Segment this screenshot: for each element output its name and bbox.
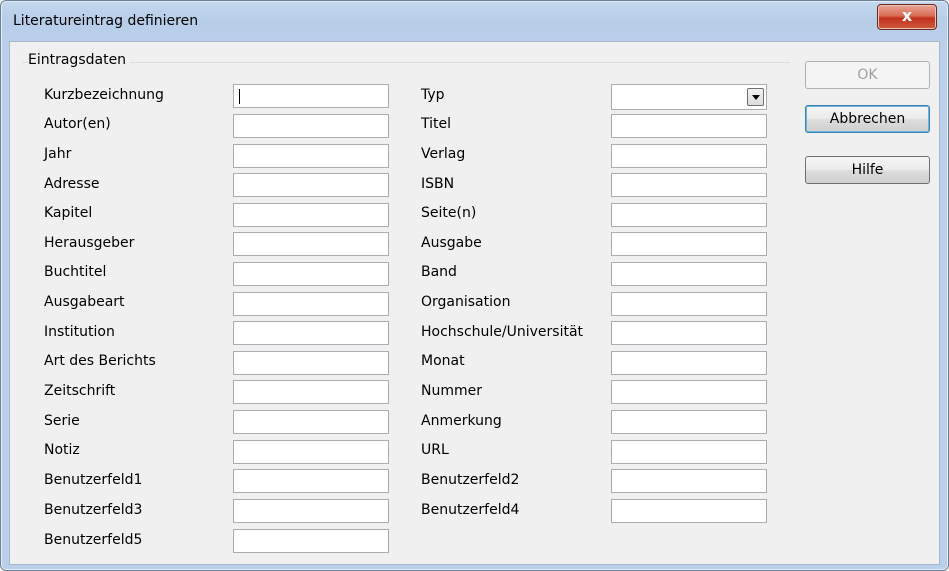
label-benutzerfeld4: Benutzerfeld4	[421, 502, 520, 518]
label-autoren: Autor(en)	[44, 116, 111, 132]
label-adresse: Adresse	[44, 176, 100, 192]
ausgabe-input[interactable]	[611, 232, 767, 256]
chevron-down-icon[interactable]	[747, 88, 764, 106]
hochschule-universitaet-input[interactable]	[611, 321, 767, 345]
label-titel: Titel	[421, 116, 452, 132]
label-monat: Monat	[421, 353, 465, 369]
benutzerfeld1-input[interactable]	[233, 469, 389, 493]
label-band: Band	[421, 264, 457, 280]
label-anmerkung: Anmerkung	[421, 413, 502, 429]
label-url: URL	[421, 442, 449, 458]
label-jahr: Jahr	[44, 146, 72, 162]
ausgabeart-input[interactable]	[233, 292, 389, 316]
organisation-input[interactable]	[611, 292, 767, 316]
dialog-client-area: Eintragsdaten Kurzbezeichnung Autor(en) …	[9, 41, 940, 565]
benutzerfeld4-input[interactable]	[611, 499, 767, 523]
label-isbn: ISBN	[421, 176, 455, 192]
anmerkung-input[interactable]	[611, 410, 767, 434]
benutzerfeld5-input[interactable]	[233, 529, 389, 553]
label-kapitel: Kapitel	[44, 205, 93, 221]
label-institution: Institution	[44, 324, 115, 340]
label-benutzerfeld5: Benutzerfeld5	[44, 532, 143, 548]
label-nummer: Nummer	[421, 383, 482, 399]
group-separator	[22, 62, 790, 63]
group-label: Eintragsdaten	[28, 52, 131, 68]
art-des-berichts-input[interactable]	[233, 351, 389, 375]
title-bar[interactable]: Literatureintrag definieren x	[1, 1, 948, 39]
adresse-input[interactable]	[233, 173, 389, 197]
label-typ: Typ	[421, 87, 445, 103]
benutzerfeld2-input[interactable]	[611, 469, 767, 493]
label-serie: Serie	[44, 413, 80, 429]
label-hochschule-universitaet: Hochschule/Universität	[421, 324, 584, 340]
kapitel-input[interactable]	[233, 203, 389, 227]
label-benutzerfeld3: Benutzerfeld3	[44, 502, 143, 518]
label-verlag: Verlag	[421, 146, 466, 162]
url-input[interactable]	[611, 440, 767, 464]
monat-input[interactable]	[611, 351, 767, 375]
seiten-input[interactable]	[611, 203, 767, 227]
label-seiten: Seite(n)	[421, 205, 477, 221]
typ-combobox[interactable]	[611, 84, 767, 110]
label-herausgeber: Herausgeber	[44, 235, 135, 251]
nummer-input[interactable]	[611, 380, 767, 404]
label-notiz: Notiz	[44, 442, 80, 458]
label-benutzerfeld2: Benutzerfeld2	[421, 472, 520, 488]
label-ausgabeart: Ausgabeart	[44, 294, 125, 310]
dialog-window: Literatureintrag definieren x Eintragsda…	[0, 0, 949, 571]
band-input[interactable]	[611, 262, 767, 286]
autoren-input[interactable]	[233, 114, 389, 138]
label-buchtitel: Buchtitel	[44, 264, 107, 280]
institution-input[interactable]	[233, 321, 389, 345]
close-button[interactable]: x	[877, 4, 937, 30]
verlag-input[interactable]	[611, 144, 767, 168]
label-organisation: Organisation	[421, 294, 511, 310]
notiz-input[interactable]	[233, 440, 389, 464]
close-icon: x	[901, 6, 913, 25]
window-title: Literatureintrag definieren	[13, 13, 199, 29]
isbn-input[interactable]	[611, 173, 767, 197]
kurzbezeichnung-input[interactable]	[233, 84, 389, 108]
label-art-des-berichts: Art des Berichts	[44, 353, 156, 369]
serie-input[interactable]	[233, 410, 389, 434]
buchtitel-input[interactable]	[233, 262, 389, 286]
benutzerfeld3-input[interactable]	[233, 499, 389, 523]
titel-input[interactable]	[611, 114, 767, 138]
zeitschrift-input[interactable]	[233, 380, 389, 404]
label-zeitschrift: Zeitschrift	[44, 383, 116, 399]
label-kurzbezeichnung: Kurzbezeichnung	[44, 87, 164, 103]
label-ausgabe: Ausgabe	[421, 235, 482, 251]
help-button[interactable]: Hilfe	[805, 156, 930, 184]
herausgeber-input[interactable]	[233, 232, 389, 256]
jahr-input[interactable]	[233, 144, 389, 168]
ok-button[interactable]: OK	[805, 61, 930, 89]
label-benutzerfeld1: Benutzerfeld1	[44, 472, 143, 488]
cancel-button[interactable]: Abbrechen	[805, 105, 930, 133]
